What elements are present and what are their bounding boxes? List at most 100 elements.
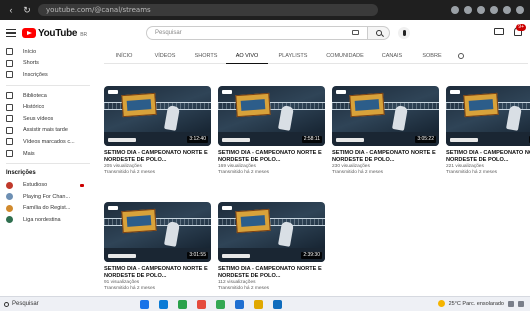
back-icon[interactable]: ‹	[6, 5, 16, 15]
hamburger-menu-icon[interactable]	[6, 29, 16, 37]
tab-playlists[interactable]: PLAYLISTS	[268, 50, 318, 64]
tray-icon[interactable]	[518, 300, 524, 307]
thumbnail-player	[164, 105, 180, 131]
sidebar-item-label: Seus vídeos	[23, 115, 54, 122]
video-title[interactable]: SETIMO DIA - CAMPEONATO NORTE E NORDESTE…	[332, 150, 439, 164]
video-title[interactable]: SETIMO DIA - CAMPEONATO NORTE E NORDESTE…	[218, 266, 325, 280]
tab-sobre[interactable]: SOBRE	[412, 50, 452, 64]
tab-canais[interactable]: CANAIS	[372, 50, 412, 64]
extension-icon[interactable]	[477, 6, 485, 14]
search-input[interactable]: Pesquisar	[146, 26, 368, 40]
video-thumbnail[interactable]: 2:39:30	[218, 202, 325, 262]
extension-icon[interactable]	[503, 6, 511, 14]
video-card[interactable]: 2:47:09 SETIMO DIA - CAMPEONATO NORTE E N…	[446, 86, 530, 176]
microphone-icon	[402, 30, 406, 36]
sidebar-divider	[6, 84, 90, 86]
video-thumbnail[interactable]: 3:05:22	[332, 86, 439, 146]
subscription-item[interactable]: Família do Regist...	[0, 203, 96, 215]
extension-icon[interactable]	[490, 6, 498, 14]
sidebar-item-label: Biblioteca	[23, 92, 47, 99]
taskbar-search[interactable]: Pesquisar	[4, 301, 39, 307]
sidebar-item[interactable]: Mais	[0, 148, 96, 160]
video-thumbnail[interactable]: 2:47:09	[446, 86, 530, 146]
notification-badge: 9+	[516, 24, 526, 31]
tab-shorts[interactable]: SHORTS	[186, 50, 226, 64]
search-icon	[4, 301, 9, 307]
taskbar-app-icon[interactable]	[254, 300, 263, 309]
video-thumbnail[interactable]: 2:58:11	[218, 86, 325, 146]
tab-início[interactable]: INÍCIO	[104, 50, 144, 64]
subscriptions-icon	[6, 71, 13, 79]
thumbnail-scoreboard	[222, 138, 250, 142]
tray-icon[interactable]	[508, 300, 514, 307]
video-duration: 2:58:11	[301, 136, 322, 143]
video-date: Transmitido há 2 meses	[218, 286, 270, 291]
subscription-item[interactable]: Playing For Chan...	[0, 191, 96, 203]
sidebar-item[interactable]: Seus vídeos	[0, 113, 96, 125]
notifications-bell-icon[interactable]: 9+	[514, 24, 526, 36]
thumbnail-net	[332, 102, 439, 110]
subscription-item[interactable]: Liga nordestina	[0, 214, 96, 226]
thumbnail-scoreboard	[450, 138, 478, 142]
sidebar-item[interactable]: Vídeos marcados c...	[0, 136, 96, 148]
extension-icon[interactable]	[464, 6, 472, 14]
taskbar-app-icon[interactable]	[140, 300, 149, 309]
thumbnail-scoreboard	[108, 254, 136, 258]
sidebar-item[interactable]: Início	[0, 46, 96, 58]
sidebar-item[interactable]: Inscrições	[0, 69, 96, 81]
sidebar-item-label: Vídeos marcados c...	[23, 138, 75, 145]
channel-search-icon[interactable]	[458, 53, 464, 59]
video-title[interactable]: SETIMO DIA - CAMPEONATO NORTE E NORDESTE…	[446, 150, 530, 164]
sidebar-item[interactable]: Assistir mais tarde	[0, 125, 96, 137]
address-bar[interactable]: youtube.com/@canal/streams	[38, 4, 378, 16]
tab-vídeos[interactable]: VÍDEOS	[144, 50, 186, 64]
create-video-icon[interactable]	[494, 28, 504, 35]
video-duration: 3:01:55	[187, 252, 208, 259]
profile-icon[interactable]	[516, 6, 524, 14]
keyboard-icon[interactable]	[352, 30, 359, 35]
sidebar-item-label: Shorts	[23, 60, 39, 67]
search-placeholder: Pesquisar	[155, 30, 182, 36]
sidebar-item[interactable]: Histórico	[0, 101, 96, 113]
logo-text: YouTube	[38, 27, 78, 39]
video-card[interactable]: 2:58:11 SETIMO DIA - CAMPEONATO NORTE E N…	[218, 86, 325, 176]
video-title[interactable]: SETIMO DIA - CAMPEONATO NORTE E NORDESTE…	[104, 266, 211, 280]
youtube-logo[interactable]: YouTube BR	[22, 28, 87, 39]
sidebar-item[interactable]: Biblioteca	[0, 90, 96, 102]
sidebar-item[interactable]: Shorts	[0, 58, 96, 70]
taskbar-app-icon[interactable]	[235, 300, 244, 309]
reload-icon[interactable]: ↻	[22, 5, 32, 16]
video-duration: 2:39:30	[301, 252, 322, 259]
thumbnail-logo	[108, 90, 118, 94]
video-card[interactable]: 3:05:22 SETIMO DIA - CAMPEONATO NORTE E N…	[332, 86, 439, 176]
taskbar-app-icon[interactable]	[197, 300, 206, 309]
thumbnail-player	[506, 105, 522, 131]
video-thumbnail[interactable]: 3:12:40	[104, 86, 211, 146]
subscription-label: Playing For Chan...	[23, 193, 71, 200]
taskbar-app-icon[interactable]	[159, 300, 168, 309]
subscription-item[interactable]: Estudioso	[0, 179, 96, 191]
tab-comunidade[interactable]: COMUNIDADE	[318, 50, 372, 64]
sidebar: Início Shorts Inscrições Biblioteca Históri…	[0, 46, 96, 296]
video-card[interactable]: 2:39:30 SETIMO DIA - CAMPEONATO NORTE E N…	[218, 202, 325, 292]
taskbar-app-icon[interactable]	[178, 300, 187, 309]
video-thumbnail[interactable]: 3:01:55	[104, 202, 211, 262]
chevron-down-icon	[6, 150, 13, 158]
video-card[interactable]: 3:01:55 SETIMO DIA - CAMPEONATO NORTE E N…	[104, 202, 211, 292]
youtube-header: YouTube BR Pesquisar 9+	[0, 20, 530, 46]
search-button[interactable]	[368, 26, 390, 40]
live-indicator-icon	[80, 183, 84, 187]
library-icon	[6, 92, 13, 100]
video-title[interactable]: SETIMO DIA - CAMPEONATO NORTE E NORDESTE…	[218, 150, 325, 164]
extension-icon[interactable]	[451, 6, 459, 14]
voice-search-button[interactable]	[398, 27, 410, 39]
taskbar-app-icon[interactable]	[216, 300, 225, 309]
thumbnail-player	[164, 221, 180, 247]
weather-icon[interactable]	[437, 300, 445, 307]
video-card[interactable]: 3:12:40 SETIMO DIA - CAMPEONATO NORTE E N…	[104, 86, 211, 176]
history-icon	[6, 103, 13, 111]
taskbar-app-icon[interactable]	[273, 300, 282, 309]
tab-ao-vivo[interactable]: AO VIVO	[226, 50, 268, 64]
video-title[interactable]: SETIMO DIA - CAMPEONATO NORTE E NORDESTE…	[104, 150, 211, 164]
thumbnail-scoreboard	[108, 138, 136, 142]
